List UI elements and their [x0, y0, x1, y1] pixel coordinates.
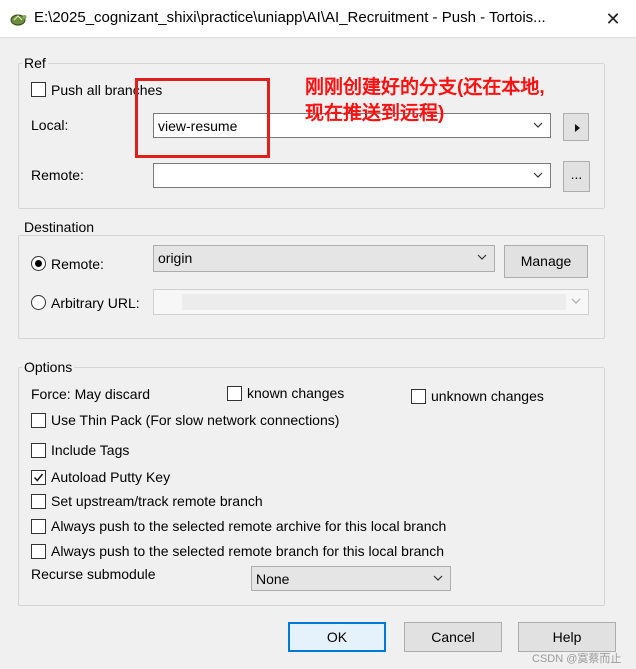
ref-group-label: Ref: [22, 55, 48, 71]
manage-button[interactable]: Manage: [504, 245, 588, 278]
set-upstream-label: Set upstream/track remote branch: [51, 493, 263, 509]
url-field-blur: [182, 294, 566, 310]
recurse-submodule-label: Recurse submodule: [31, 566, 156, 582]
arbitrary-url-combo[interactable]: [153, 289, 589, 315]
arbitrary-url-radio[interactable]: [31, 295, 46, 310]
push-all-branches-checkbox[interactable]: [31, 82, 46, 97]
unknown-changes-label: unknown changes: [431, 388, 544, 404]
always-push-branch-checkbox[interactable]: [31, 544, 46, 559]
thin-pack-checkbox[interactable]: [31, 413, 46, 428]
help-button[interactable]: Help: [518, 622, 616, 652]
annotation-highlight-box: [135, 78, 270, 158]
radio-dot: [35, 260, 42, 267]
browse-remote-branch-button[interactable]: ...: [563, 161, 590, 192]
local-label: Local:: [31, 117, 69, 133]
options-group-label: Options: [22, 359, 75, 375]
chevron-down-icon: [571, 298, 581, 304]
annotation-line-1: 刚刚创建好的分支(还在本地,: [305, 77, 545, 98]
include-tags-label: Include Tags: [51, 442, 130, 458]
set-upstream-checkbox[interactable]: [31, 494, 46, 509]
annotation-line-2: 现在推送到远程): [305, 103, 445, 124]
always-push-archive-checkbox[interactable]: [31, 519, 46, 534]
always-push-archive-label: Always push to the selected remote archi…: [51, 518, 447, 534]
known-changes-checkbox[interactable]: [227, 386, 242, 401]
cancel-button[interactable]: Cancel: [404, 622, 502, 652]
watermark: CSDN @寞蔡而止: [532, 653, 622, 665]
remote-radio-label: Remote:: [51, 256, 104, 272]
arbitrary-url-label: Arbitrary URL:: [51, 295, 140, 311]
autoload-putty-checkbox[interactable]: [31, 470, 46, 485]
checkmark-icon: [33, 473, 44, 482]
known-changes-label: known changes: [247, 385, 345, 401]
remote-combo[interactable]: origin: [153, 245, 495, 272]
chevron-down-icon: [433, 575, 443, 581]
chevron-down-icon: [477, 254, 487, 260]
recurse-submodule-value: None: [256, 571, 290, 587]
recurse-submodule-combo[interactable]: None: [251, 566, 451, 591]
remote-branch-label: Remote:: [31, 167, 84, 183]
destination-group-label: Destination: [22, 219, 97, 235]
tortoisegit-icon: [10, 14, 27, 26]
close-button[interactable]: ✕: [598, 6, 628, 32]
chevron-down-icon: [533, 172, 543, 178]
force-label: Force: May discard: [31, 386, 151, 402]
title-bar: E:\2025_cognizant_shixi\practice\uniapp\…: [0, 0, 636, 38]
thin-pack-label: Use Thin Pack (For slow network connecti…: [51, 412, 340, 428]
annotation-text: 刚刚创建好的分支(还在本地, 现在推送到远程): [305, 75, 605, 127]
include-tags-checkbox[interactable]: [31, 443, 46, 458]
remote-value: origin: [158, 250, 193, 266]
remote-branch-combo[interactable]: [153, 163, 551, 188]
unknown-changes-checkbox[interactable]: [411, 389, 426, 404]
always-push-branch-label: Always push to the selected remote branc…: [51, 543, 444, 559]
window-title: E:\2025_cognizant_shixi\practice\uniapp\…: [34, 9, 546, 26]
ok-button[interactable]: OK: [288, 622, 386, 652]
autoload-putty-label: Autoload Putty Key: [51, 469, 171, 485]
remote-radio[interactable]: [31, 256, 46, 271]
